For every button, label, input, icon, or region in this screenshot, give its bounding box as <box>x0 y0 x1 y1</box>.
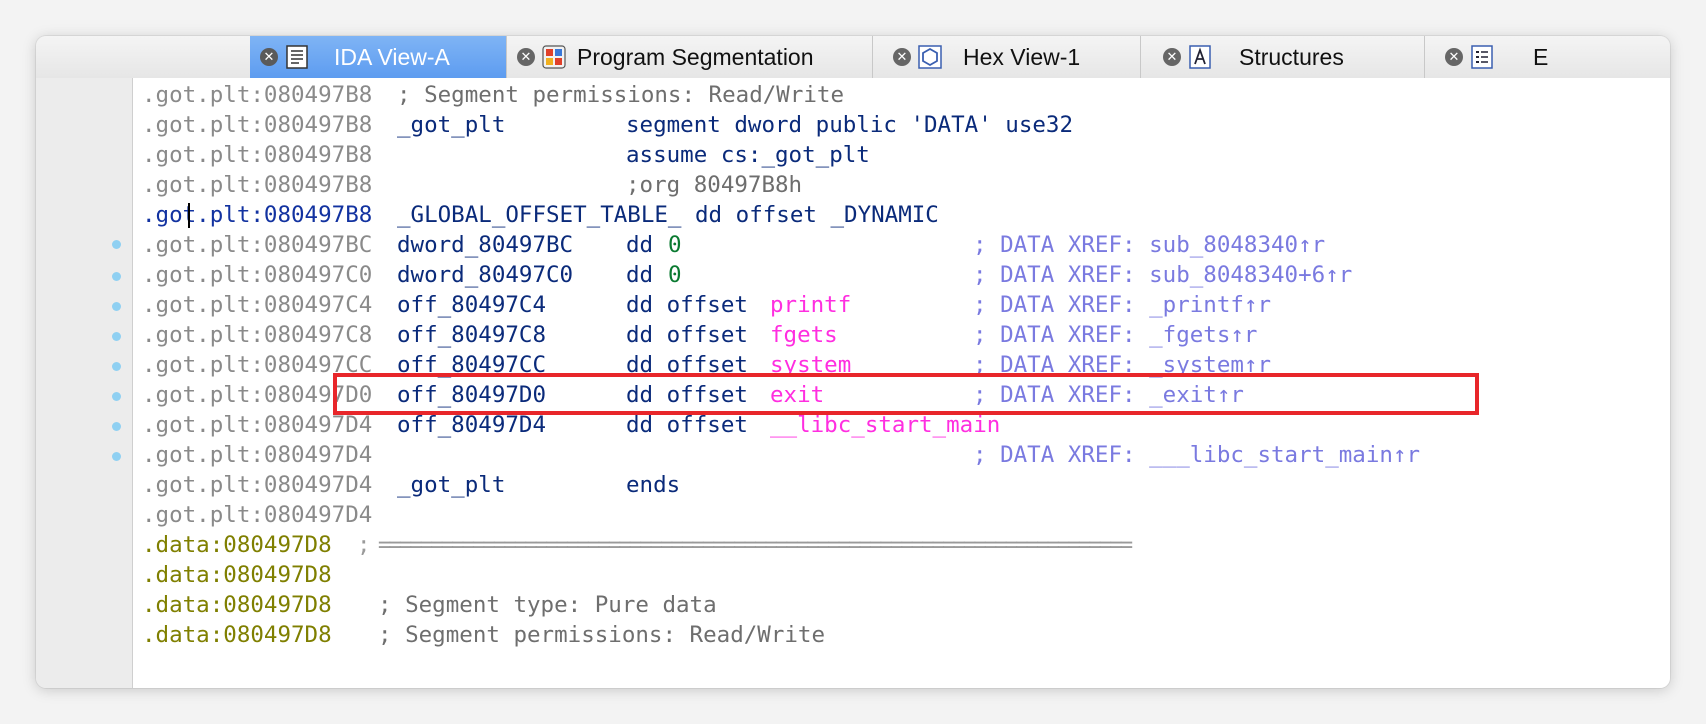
tab-structures[interactable]: ✕ Structures <box>1141 36 1425 78</box>
operand: 0 <box>668 232 682 258</box>
address: .got.plt:080497D4 <box>142 472 373 498</box>
enums-icon <box>1471 45 1493 69</box>
instruction: dd offset <box>626 322 748 348</box>
symbol-name[interactable]: off_80497C4 <box>397 290 546 320</box>
xref-comment[interactable]: ; DATA XREF: sub_8048340+6↑r <box>973 260 1352 290</box>
address: .got.plt:080497B8 <box>142 202 373 228</box>
symbol-name[interactable]: dword_80497BC <box>397 230 573 260</box>
instruction: dd <box>626 262 654 288</box>
highlight-annotation-box <box>333 373 1479 415</box>
address: .got.plt:080497C0 <box>142 262 373 288</box>
code-line[interactable]: .got.plt:080497D4 ; DATA XREF: ___libc_s… <box>142 440 1420 470</box>
xref-dot <box>112 452 121 461</box>
xref-dot <box>112 362 121 371</box>
address: .got.plt:080497C8 <box>142 322 373 348</box>
instruction: dd <box>626 232 654 258</box>
address: .got.plt:080497D4 <box>142 502 373 528</box>
address: .got.plt:080497B8 <box>142 112 373 138</box>
code-line-current[interactable]: .got.plt:080497B8 _GLOBAL_OFFSET_TABLE_ … <box>142 200 939 230</box>
xref-dot <box>112 422 121 431</box>
instruction: ends <box>626 472 681 498</box>
close-icon[interactable]: ✕ <box>1445 48 1463 66</box>
xref-dot <box>112 272 121 281</box>
code-line[interactable]: .got.plt:080497D4 <box>142 500 372 530</box>
code-line[interactable]: .data:080497D8 ; Segment permissions: Re… <box>142 620 825 650</box>
tab-bar: ✕ IDA View-A ✕ Program Segmentation ✕ He… <box>36 36 1670 79</box>
address: .data:080497D8 <box>142 562 332 588</box>
import-name[interactable]: printf <box>770 290 851 320</box>
code-line[interactable]: .got.plt:080497CC off_80497CC dd offset … <box>142 350 1271 380</box>
tab-program-segmentation[interactable]: ✕ Program Segmentation <box>507 36 873 78</box>
code-line[interactable]: .got.plt:080497B8 assume cs:_got_plt <box>142 140 870 170</box>
xref-dot <box>112 392 121 401</box>
comment: ; Segment permissions: Read/Write <box>397 82 845 108</box>
ida-view-icon <box>286 45 308 69</box>
symbol-name[interactable]: _GLOBAL_OFFSET_TABLE_ dd offset _DYNAMIC <box>397 200 939 230</box>
xref-comment[interactable]: ; DATA XREF: _printf↑r <box>973 290 1271 320</box>
xref-comment[interactable]: ; DATA XREF: _fgets↑r <box>973 320 1257 350</box>
symbol-name[interactable]: _got_plt <box>397 110 505 140</box>
operand: 0 <box>668 262 682 288</box>
hex-view-icon <box>918 45 942 69</box>
tab-label: Program Segmentation <box>577 43 814 70</box>
close-icon[interactable]: ✕ <box>1163 48 1181 66</box>
line-gutter[interactable] <box>36 78 132 688</box>
tab-label: Structures <box>1239 43 1344 70</box>
code-line[interactable]: .data:080497D8 ; =======================… <box>142 530 1133 560</box>
code-line[interactable]: .data:080497D8 ; Segment type: Pure data <box>142 590 717 620</box>
address: .got.plt:080497D4 <box>142 442 373 468</box>
address: .got.plt:080497BC <box>142 232 373 258</box>
close-icon[interactable]: ✕ <box>517 48 535 66</box>
instruction: segment dword public 'DATA' use32 <box>626 112 1074 138</box>
code-line[interactable]: .got.plt:080497B8 ;org 80497B8h <box>142 170 802 200</box>
address: .data:080497D8 <box>142 592 332 618</box>
tab-label: IDA View-A <box>334 43 450 70</box>
address: .got.plt:080497C4 <box>142 292 373 318</box>
text-cursor <box>188 203 190 228</box>
code-line[interactable]: .got.plt:080497C8 off_80497C8 dd offset … <box>142 320 1257 350</box>
ida-window: ✕ IDA View-A ✕ Program Segmentation ✕ He… <box>36 36 1670 688</box>
structures-icon <box>1189 45 1211 69</box>
code-line[interactable]: .got.plt:080497D4 off_80497D4 dd offset … <box>142 410 1000 440</box>
address: .got.plt:080497B8 <box>142 172 373 198</box>
code-line[interactable]: .got.plt:080497B8 ; Segment permissions:… <box>142 80 844 110</box>
code-line[interactable]: .got.plt:080497BC dword_80497BC dd 0 ; D… <box>142 230 1325 260</box>
code-line[interactable]: .got.plt:080497D4 _got_plt ends <box>142 470 680 500</box>
address: .data:080497D8 <box>142 532 332 558</box>
address: .data:080497D8 <box>142 622 332 648</box>
xref-dot <box>112 332 121 341</box>
xref-dot <box>112 302 121 311</box>
symbol-name[interactable]: _got_plt <box>397 470 505 500</box>
tab-hex-view-1[interactable]: ✕ Hex View-1 <box>873 36 1141 78</box>
tab-label: E <box>1533 43 1549 70</box>
address: .got.plt:080497B8 <box>142 142 373 168</box>
tab-enums[interactable]: ✕ E <box>1425 36 1670 78</box>
tab-ida-view-a[interactable]: ✕ IDA View-A <box>250 36 507 78</box>
xref-comment[interactable]: ; DATA XREF: ___libc_start_main↑r <box>973 440 1420 470</box>
code-line[interactable]: .got.plt:080497B8 _got_plt segment dword… <box>142 110 1073 140</box>
import-name[interactable]: fgets <box>770 320 838 350</box>
comment: ; Segment type: Pure data <box>378 592 717 618</box>
disassembly-view[interactable]: .got.plt:080497B8 ; Segment permissions:… <box>132 78 1670 688</box>
symbol-name[interactable]: dword_80497C0 <box>397 260 573 290</box>
xref-dot <box>112 240 121 249</box>
close-icon[interactable]: ✕ <box>893 48 911 66</box>
segmentation-icon <box>542 45 566 69</box>
code-line[interactable]: .got.plt:080497C4 off_80497C4 dd offset … <box>142 290 1271 320</box>
close-icon[interactable]: ✕ <box>260 48 278 66</box>
symbol-name[interactable]: off_80497C8 <box>397 320 546 350</box>
tab-label: Hex View-1 <box>963 43 1081 70</box>
address: .got.plt:080497B8 <box>142 82 373 108</box>
instruction: dd offset <box>626 292 748 318</box>
instruction: assume cs:_got_plt <box>626 142 870 168</box>
code-line[interactable]: .got.plt:080497D0 off_80497D0 dd offset … <box>142 380 1244 410</box>
separator-comment: ; ======================================… <box>357 532 1133 558</box>
comment: ; Segment permissions: Read/Write <box>378 622 826 648</box>
code-line[interactable]: .data:080497D8 <box>142 560 332 590</box>
instruction: ;org 80497B8h <box>626 172 803 198</box>
xref-comment[interactable]: ; DATA XREF: sub_8048340↑r <box>973 230 1325 260</box>
code-line[interactable]: .got.plt:080497C0 dword_80497C0 dd 0 ; D… <box>142 260 1352 290</box>
